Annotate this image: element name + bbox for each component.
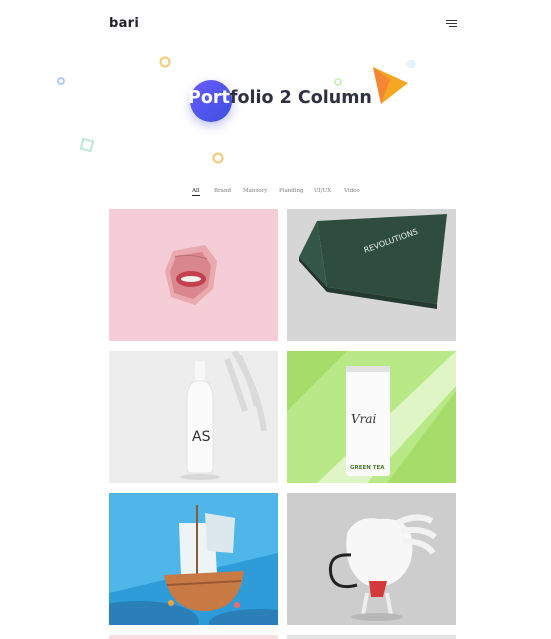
white-creature-image: [328, 514, 437, 621]
portfolio-item-white-creature[interactable]: [287, 493, 456, 625]
portfolio-filter-bar: All Brand Mansory Planding UI/UX Video: [0, 188, 551, 202]
filter-mansory[interactable]: Mansory: [243, 188, 267, 194]
can-sub-text: GREEN TEA: [350, 465, 385, 471]
portfolio-item-next-right[interactable]: [287, 635, 456, 639]
filter-brand[interactable]: Brand: [214, 188, 231, 194]
can-brand-text: Vrai: [351, 412, 377, 426]
portfolio-item-white-bottle[interactable]: AS: [109, 351, 278, 483]
filter-uiux[interactable]: UI/UX: [314, 188, 331, 194]
portfolio-item-next-left[interactable]: [109, 635, 278, 639]
portfolio-item-green-cards[interactable]: REVOLUTIONS: [287, 209, 456, 341]
pink-face-image: [165, 245, 217, 305]
white-bottle-image: AS: [180, 351, 267, 480]
portfolio-item-pirate-ship[interactable]: [109, 493, 278, 625]
portfolio-item-pink-face[interactable]: [109, 209, 278, 341]
filter-planding[interactable]: Planding: [279, 188, 304, 194]
filter-all[interactable]: All: [192, 188, 200, 196]
filter-video[interactable]: Video: [344, 188, 360, 194]
bottle-text: AS: [192, 429, 211, 445]
green-tea-can-image: Vrai GREEN TEA: [287, 351, 456, 483]
page-title: Portfolio 2 Column: [188, 88, 372, 108]
portfolio-item-green-tea-can[interactable]: Vrai GREEN TEA: [287, 351, 456, 483]
page-title-highlight: Port: [188, 88, 230, 108]
page-title-rest: folio 2 Column: [229, 88, 372, 108]
pirate-ship-image: [109, 493, 278, 625]
green-cards-image: REVOLUTIONS: [299, 214, 447, 309]
